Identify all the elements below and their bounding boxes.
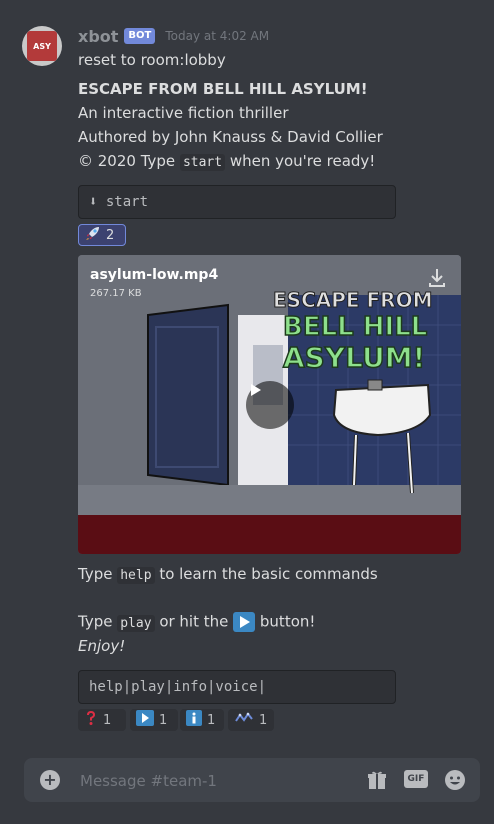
play-emoji-icon xyxy=(233,612,256,632)
info-icon xyxy=(186,710,202,730)
avatar-logo: ASY xyxy=(27,31,57,61)
game-title: ESCAPE FROM BELL HILL ASYLUM! xyxy=(78,80,368,98)
video-filename[interactable]: asylum-low.mp4 xyxy=(90,267,218,283)
play-video-button[interactable] xyxy=(246,381,294,429)
help-code: help xyxy=(117,567,155,584)
voice-icon xyxy=(234,711,254,729)
reaction-count: 1 xyxy=(207,712,216,728)
video-overlay-title-3: ASYLUM! xyxy=(283,341,425,374)
reaction-count: 1 xyxy=(159,712,168,728)
video-overlay-title-1: ESCAPE FROM xyxy=(273,288,432,312)
video-attachment[interactable]: ESCAPE FROM BELL HILL ASYLUM! asylum-low… xyxy=(78,255,461,554)
copyright-prefix: © 2020 Type xyxy=(78,152,180,170)
emoji-icon[interactable] xyxy=(444,769,466,791)
bot-badge: BOT xyxy=(124,28,156,44)
commands-codeblock: help|play|info|voice| xyxy=(78,670,396,704)
video-filesize: 267.17 KB xyxy=(90,288,142,299)
play-icon xyxy=(251,384,261,396)
reaction-play[interactable]: 1 xyxy=(130,709,178,731)
download-icon[interactable] xyxy=(427,267,447,289)
play-icon xyxy=(136,710,154,730)
reaction-count: 2 xyxy=(106,227,115,243)
start-code: start xyxy=(179,154,226,171)
avatar[interactable]: ASY xyxy=(22,26,62,66)
help-line: Type help to learn the basic commands xyxy=(78,565,378,584)
reset-text: reset to room:lobby xyxy=(78,51,226,69)
message-header: xbot BOT Today at 4:02 AM xyxy=(78,26,269,46)
video-overlay-title-2: BELL HILL xyxy=(283,312,427,342)
reaction-voice[interactable]: 1 xyxy=(228,709,274,731)
reaction-rocket[interactable]: 2 xyxy=(78,224,126,246)
play-prefix: Type xyxy=(78,612,118,631)
message-composer: + GIF xyxy=(24,758,480,802)
enjoy-text: Enjoy! xyxy=(78,637,126,655)
help-suffix: to learn the basic commands xyxy=(154,565,378,583)
copyright-suffix: when you're ready! xyxy=(225,152,376,170)
help-prefix: Type xyxy=(78,565,118,583)
gift-icon[interactable] xyxy=(366,769,388,791)
play-code: play xyxy=(117,614,155,632)
chat-message: ASY xbot BOT Today at 4:02 AM reset to r… xyxy=(0,0,494,750)
question-icon xyxy=(84,710,98,730)
game-authors: Authored by John Knauss & David Collier xyxy=(78,128,383,146)
reaction-count: 1 xyxy=(259,712,268,728)
reaction-info[interactable]: 1 xyxy=(180,709,224,731)
rocket-icon xyxy=(85,225,101,245)
start-codeblock: ⬇ start xyxy=(78,185,396,219)
play-suffix: button! xyxy=(255,612,316,631)
reaction-question[interactable]: 1 xyxy=(78,709,126,731)
copyright-line: © 2020 Type start when you're ready! xyxy=(78,152,376,171)
message-input[interactable] xyxy=(78,768,342,794)
timestamp: Today at 4:02 AM xyxy=(165,29,270,43)
reaction-count: 1 xyxy=(103,712,112,728)
gif-button[interactable]: GIF xyxy=(404,770,428,788)
add-attachment-icon[interactable]: + xyxy=(40,770,60,790)
username[interactable]: xbot xyxy=(78,27,118,46)
play-line: Type play or hit the button! xyxy=(78,612,315,632)
play-middle: or hit the xyxy=(154,612,234,631)
game-subtitle: An interactive fiction thriller xyxy=(78,104,289,122)
